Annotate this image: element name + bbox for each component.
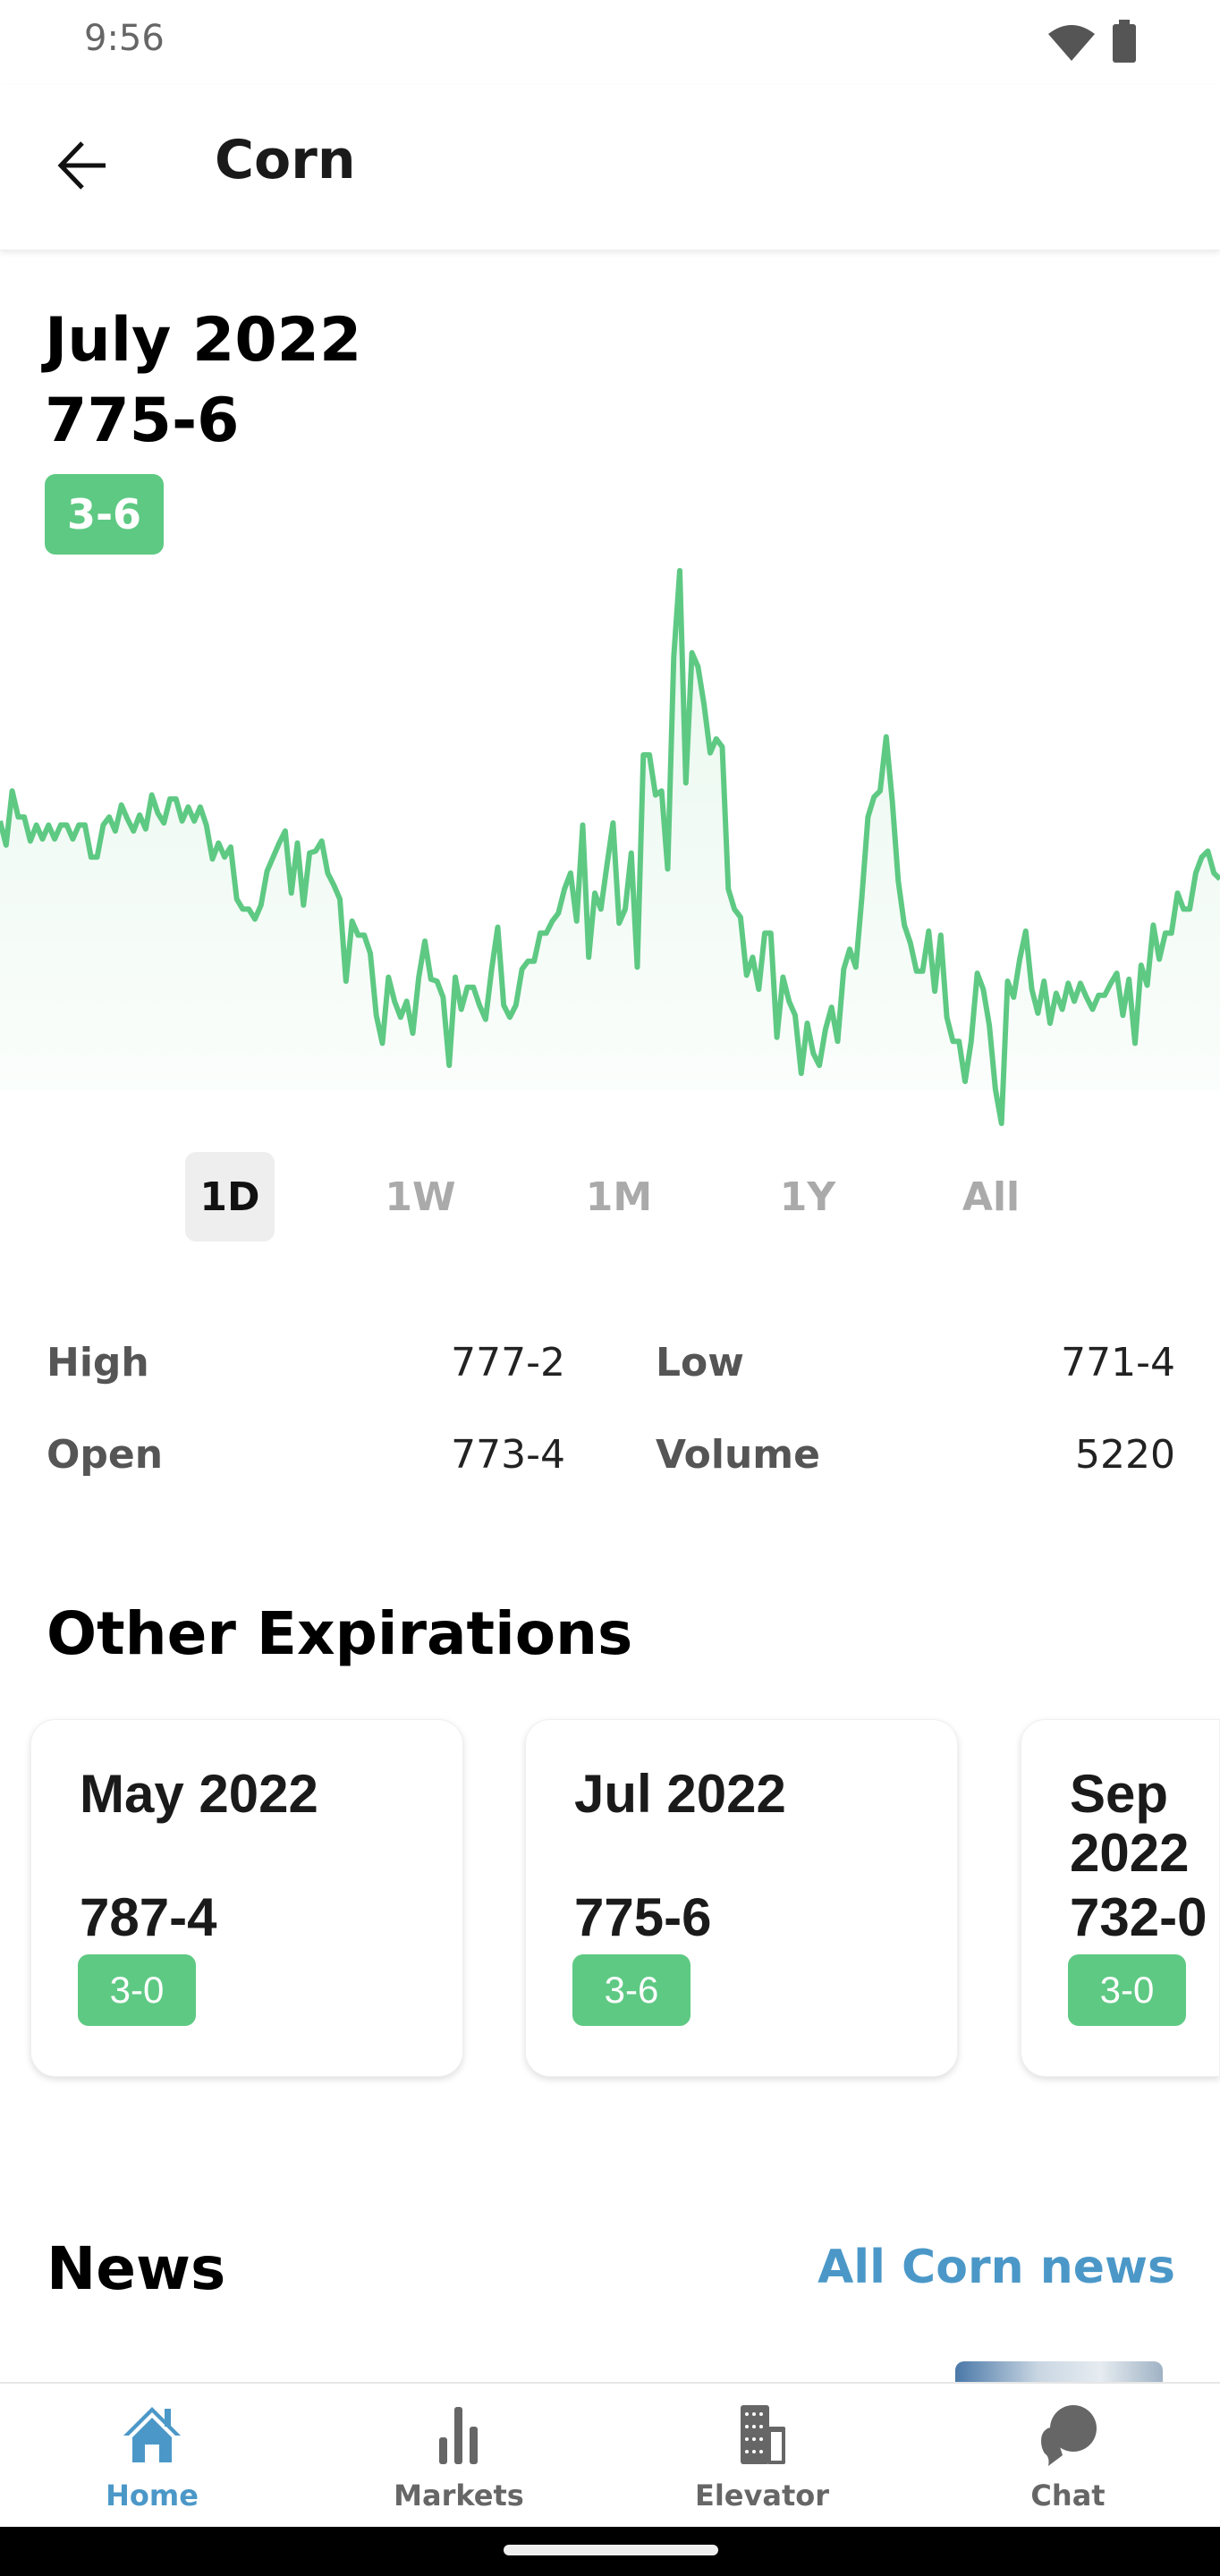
all-corn-news-link[interactable]: All Corn news — [818, 2241, 1175, 2294]
back-button[interactable] — [55, 134, 109, 197]
volume-value: 5220 — [1075, 1432, 1175, 1478]
arrow-left-icon — [57, 141, 106, 190]
expiration-card[interactable]: Sep 2022 732-0 3-0 — [1021, 1719, 1220, 2077]
contract-month: July 2022 — [45, 305, 362, 376]
timeframe-tab-1m[interactable]: 1M — [574, 1152, 664, 1241]
nav-label: Markets — [394, 2479, 524, 2512]
other-expirations-title: Other Expirations — [47, 1599, 633, 1668]
status-time: 9:56 — [84, 18, 165, 59]
building-icon — [741, 2405, 785, 2464]
chat-icon — [1041, 2405, 1097, 2466]
card-month: Sep 2022 — [1070, 1764, 1190, 1883]
expiration-card[interactable]: May 2022 787-4 3-0 — [30, 1719, 463, 2077]
nav-markets[interactable]: Markets — [352, 2402, 566, 2518]
nav-label: Chat — [1030, 2479, 1106, 2512]
timeframe-tab-1y[interactable]: 1Y — [763, 1152, 852, 1241]
contract-price: 775-6 — [45, 386, 240, 456]
card-month: Jul 2022 — [574, 1764, 786, 1824]
contract-header: July 2022 775-6 — [45, 301, 361, 462]
low-label: Low — [656, 1340, 744, 1385]
nav-chat[interactable]: Chat — [961, 2402, 1175, 2518]
card-change-badge: 3-0 — [78, 1954, 196, 2026]
high-value: 777-2 — [451, 1340, 565, 1385]
high-label: High — [47, 1340, 149, 1385]
timeframe-tab-1d[interactable]: 1D — [185, 1152, 275, 1241]
nav-label: Home — [106, 2479, 199, 2512]
bar-chart-icon — [439, 2407, 478, 2464]
timeframe-tab-all[interactable]: All — [946, 1152, 1036, 1241]
card-price: 787-4 — [80, 1887, 217, 1947]
expiration-card[interactable]: Jul 2022 775-6 3-6 — [525, 1719, 958, 2077]
card-price: 775-6 — [574, 1887, 712, 1947]
open-label: Open — [47, 1432, 164, 1478]
home-icon — [123, 2407, 181, 2462]
battery-icon — [1113, 20, 1136, 63]
wifi-icon — [1048, 25, 1095, 61]
low-value: 771-4 — [1061, 1340, 1175, 1385]
page-title: Corn — [215, 129, 356, 191]
card-change-badge: 3-0 — [1068, 1954, 1186, 2026]
open-value: 773-4 — [451, 1432, 565, 1478]
app-bar — [0, 85, 1220, 250]
price-chart[interactable] — [0, 537, 1220, 1163]
nav-label: Elevator — [694, 2479, 830, 2512]
home-gesture-handle[interactable] — [504, 2545, 718, 2555]
nav-home[interactable]: Home — [45, 2402, 259, 2518]
nav-elevator[interactable]: Elevator — [655, 2402, 869, 2518]
card-price: 732-0 — [1070, 1887, 1207, 1947]
timeframe-tab-1w[interactable]: 1W — [376, 1152, 465, 1241]
news-title: News — [47, 2234, 226, 2303]
card-change-badge: 3-6 — [572, 1954, 690, 2026]
card-month: May 2022 — [80, 1764, 318, 1824]
volume-label: Volume — [656, 1432, 820, 1478]
